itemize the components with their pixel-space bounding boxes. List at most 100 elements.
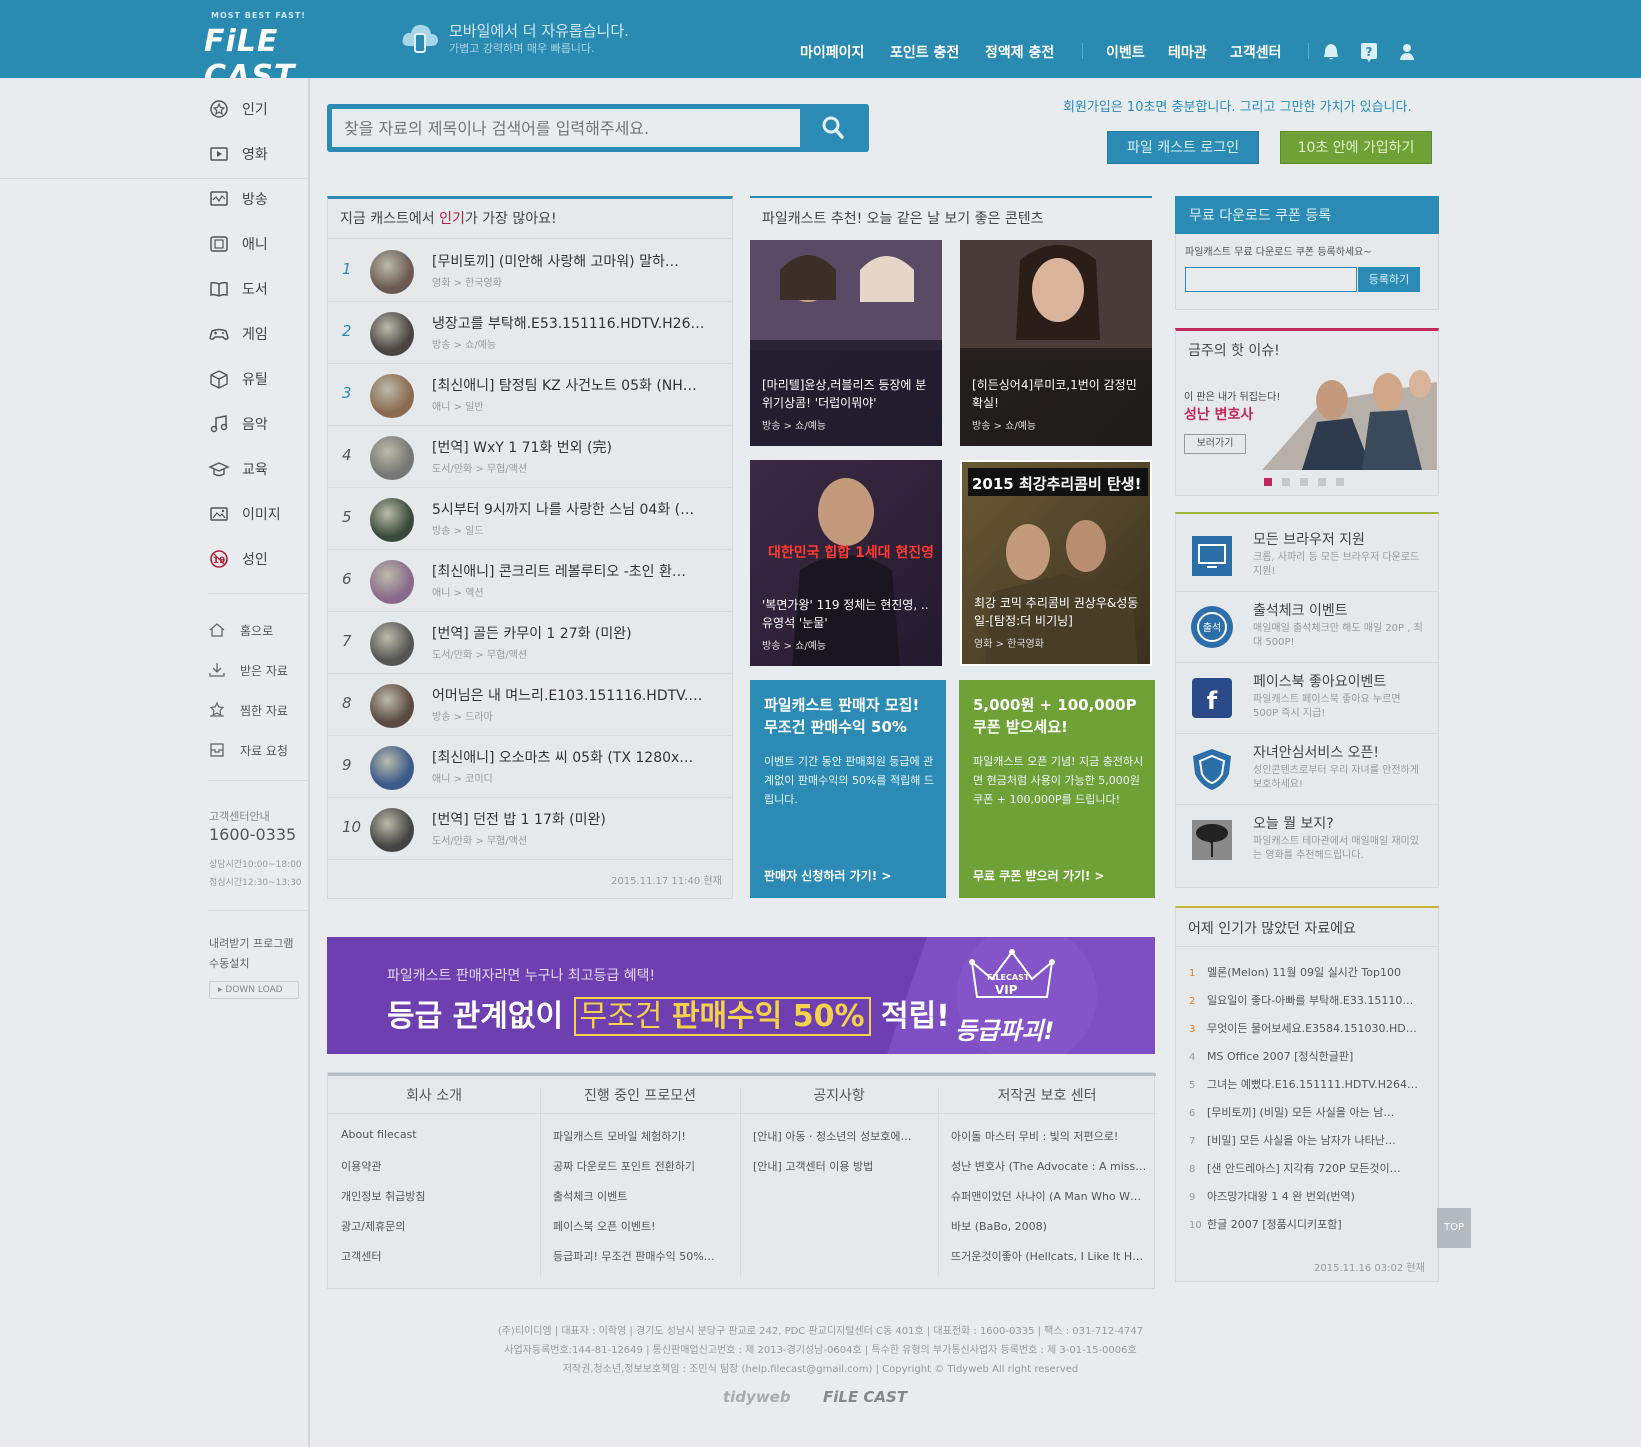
carousel-dot[interactable] [1300, 478, 1308, 486]
sidebar-link-received[interactable]: 받은 자료 [208, 659, 288, 681]
yesterday-item[interactable]: 2 일요일이 좋다-아빠를 부탁해.E33.15110… [1189, 992, 1419, 1008]
hot-issue-view-button[interactable]: 보러가기 [1184, 434, 1246, 454]
rank-title[interactable]: [최신애니] 오소마츠 씨 05화 (TX 1280x… [432, 747, 722, 767]
footer-link[interactable]: 광고/제휴문의 [341, 1218, 531, 1234]
carousel-dot-active[interactable] [1264, 478, 1272, 486]
footer-link[interactable]: 아이돌 마스터 무비 : 빛의 저편으로! [951, 1128, 1147, 1144]
yesterday-item[interactable]: 8 [샌 안드레아스] 지각有 720P 모든것이… [1189, 1160, 1419, 1176]
yesterday-item[interactable]: 3 무엇이든 물어보세요.E3584.151030.HDT… [1189, 1020, 1419, 1036]
popular-row[interactable]: 4 [번역] WxY 1 71화 번외 (完) 도서/만화 > 무협/액션 [328, 426, 732, 488]
service-item[interactable]: 출석 출석체크 이벤트 매일매일 출석체크만 해도 매일 20P , 최대 500P… [1189, 596, 1429, 656]
recommend-card-2[interactable]: [히든싱어4]루미코,1번이 감정민 확실! 방송 > 쇼/예능 [960, 240, 1152, 446]
sidebar-item-game[interactable]: 게임 [208, 322, 268, 346]
service-item[interactable]: f 페이스북 좋아요이벤트 파일캐스트 페이스북 좋아요 누르면 500P 즉시 지… [1189, 667, 1429, 727]
promo-seller[interactable]: 파일캐스트 판매자 모집! 무조건 판매수익 50% 이벤트 기간 동안 판매회원… [750, 680, 946, 898]
recommend-card-1[interactable]: [마리텔]윤상,러블리즈 등장에 분위기상콤! '더럽이뭐야' 방송 > 쇼/예… [750, 240, 942, 446]
footer-link[interactable]: 등급파괴! 무조건 판매수익 50%… [553, 1248, 731, 1264]
footer-link[interactable]: 바보 (BaBo, 2008) [951, 1218, 1147, 1234]
sidebar-link-favorites[interactable]: 찜한 자료 [208, 699, 288, 721]
recommend-card-4[interactable]: 2015 최강추리콤비 탄생! 최강 코믹 추리콤비 권상우&성동일-[탐정:더… [960, 460, 1152, 666]
nav-event[interactable]: 이벤트 [1106, 42, 1145, 62]
rank-title[interactable]: [번역] 골든 카무이 1 27화 (미완) [432, 623, 722, 643]
hot-issue-image[interactable] [1262, 362, 1437, 470]
promo-link[interactable]: 무료 쿠폰 받으러 가기! > [973, 867, 1105, 884]
sidebar-item-popular[interactable]: 인기 [208, 97, 268, 121]
download-button[interactable]: ▸ DOWN LOAD [209, 981, 299, 999]
filecast-logo[interactable]: FiLE CAST [204, 24, 370, 94]
seller-banner[interactable]: 파일캐스트 판매자라면 누구나 최고등급 혜택! 등급 관계없이 무조건 판매수… [327, 937, 1155, 1054]
login-button[interactable]: 파일 캐스트 로그인 [1107, 131, 1259, 164]
sidebar-link-request[interactable]: 자료 요청 [208, 739, 288, 761]
carousel-dot[interactable] [1318, 478, 1326, 486]
rank-title[interactable]: 5시부터 9시까지 나를 사랑한 스님 04화 (… [432, 499, 722, 519]
rank-title[interactable]: [무비토끼] (미안해 사랑해 고마워) 말하… [432, 251, 722, 271]
popular-row[interactable]: 9 [최신애니] 오소마츠 씨 05화 (TX 1280x… 애니 > 코미디 [328, 736, 732, 798]
service-item[interactable]: 자녀안심서비스 오픈! 성인콘텐츠로부터 우리 자녀를 안전하게 보호하세요! [1189, 738, 1429, 798]
rank-title[interactable]: [최신애니] 탐정팀 KZ 사건노트 05화 (NH… [432, 375, 722, 395]
rank-title[interactable]: 어머님은 내 며느리.E103.151116.HDTV.… [432, 685, 722, 705]
nav-theme[interactable]: 테마관 [1168, 42, 1207, 62]
sidebar-item-image[interactable]: 이미지 [208, 502, 281, 526]
search-icon[interactable] [805, 110, 865, 146]
popular-row[interactable]: 1 [무비토끼] (미안해 사랑해 고마워) 말하… 영화 > 한국영화 [328, 240, 732, 302]
yesterday-item[interactable]: 9 아즈망가대왕 1 4 완 번외(번역) [1189, 1188, 1419, 1204]
nav-flat-charge[interactable]: 정액제 충전 [985, 42, 1054, 62]
coupon-register-button[interactable]: 등록하기 [1358, 267, 1420, 292]
sidebar-item-book[interactable]: 도서 [208, 277, 268, 301]
yesterday-item[interactable]: 7 [비밀] 모든 사실을 아는 남자가 나타난… [1189, 1132, 1419, 1148]
popular-row[interactable]: 2 냉장고를 부탁해.E53.151116.HDTV.H26… 방송 > 쇼/예능 [328, 302, 732, 364]
footer-link[interactable]: 파일캐스트 모바일 체험하기! [553, 1128, 731, 1144]
nav-customer-center[interactable]: 고객센터 [1230, 42, 1282, 62]
popular-row[interactable]: 5 5시부터 9시까지 나를 사랑한 스님 04화 (… 방송 > 일드 [328, 488, 732, 550]
yesterday-item[interactable]: 4 MS Office 2007 [정식한글판] [1189, 1048, 1419, 1064]
rank-title[interactable]: 냉장고를 부탁해.E53.151116.HDTV.H26… [432, 313, 722, 333]
service-item[interactable]: 모든 브라우저 지원 크롬, 사파리 등 모든 브라우저 다운로드 지원! [1189, 525, 1429, 585]
nav-mypage[interactable]: 마이페이지 [800, 42, 864, 62]
recommend-card-3[interactable]: 대한민국 힙합 1세대 현진영 '복면가왕' 119 정체는 현진영, ..유영… [750, 460, 942, 666]
yesterday-item[interactable]: 6 [무비토끼] (비밀) 모든 사실을 아는 남… [1189, 1104, 1419, 1120]
user-icon[interactable] [1398, 42, 1418, 62]
service-item[interactable]: 오늘 뭘 보지? 파일캐스트 테마관에서 매일매일 재미있는 영화를 추천해드립니… [1189, 809, 1429, 869]
signup-button[interactable]: 10초 안에 가입하기 [1280, 131, 1432, 164]
popular-row[interactable]: 10 [번역] 던전 밥 1 17화 (미완) 도서/만화 > 무협/액션 [328, 798, 732, 860]
popular-row[interactable]: 8 어머님은 내 며느리.E103.151116.HDTV.… 방송 > 드라마 [328, 674, 732, 736]
popular-row[interactable]: 7 [번역] 골든 카무이 1 27화 (미완) 도서/만화 > 무협/액션 [328, 612, 732, 674]
help-icon[interactable]: ? [1359, 42, 1379, 62]
sidebar-item-movie[interactable]: 영화 [208, 142, 268, 166]
carousel-dot[interactable] [1336, 478, 1344, 486]
search-input[interactable] [332, 109, 800, 147]
bell-icon[interactable] [1321, 42, 1341, 62]
footer-link[interactable]: 공짜 다운로드 포인트 전환하기 [553, 1158, 731, 1174]
rank-title[interactable]: [번역] 던전 밥 1 17화 (미완) [432, 809, 722, 829]
rank-title[interactable]: [번역] WxY 1 71화 번외 (完) [432, 437, 722, 457]
yesterday-item[interactable]: 1 멜론(Melon) 11월 09일 실시간 Top100 [1189, 964, 1419, 980]
sidebar-item-util[interactable]: 유틸 [208, 367, 268, 391]
nav-point-charge[interactable]: 포인트 충전 [890, 42, 959, 62]
sidebar-item-anime[interactable]: 애니 [208, 232, 268, 256]
sidebar-link-home[interactable]: 홈으로 [208, 619, 273, 641]
sidebar-item-education[interactable]: 교육 [208, 457, 268, 481]
footer-link[interactable]: 페이스북 오픈 이벤트! [553, 1218, 731, 1234]
footer-link[interactable]: [안내] 고객센터 이용 방법 [753, 1158, 929, 1174]
footer-link[interactable]: 뜨거운것이좋아 (Hellcats, I Like It Hot… [951, 1248, 1147, 1264]
coupon-input[interactable] [1185, 267, 1357, 292]
popular-row[interactable]: 6 [최신애니] 콘크리트 레볼루티오 -초인 환… 애니 > 액션 [328, 550, 732, 612]
yesterday-item[interactable]: 5 그녀는 예뻤다.E16.151111.HDTV.H264.10… [1189, 1076, 1419, 1092]
footer-link[interactable]: 슈퍼맨이었던 사나이 (A Man Who W… [951, 1188, 1147, 1204]
promo-link[interactable]: 판매자 신청하러 가기! > [764, 867, 891, 884]
footer-link[interactable]: 성난 변호사 (The Advocate : A missi… [951, 1158, 1147, 1174]
rank-title[interactable]: [최신애니] 콘크리트 레볼루티오 -초인 환… [432, 561, 722, 581]
footer-link[interactable]: 고객센터 [341, 1248, 531, 1264]
sidebar-item-adult[interactable]: 19 성인 [208, 547, 268, 571]
sidebar-item-broadcast[interactable]: 방송 [208, 187, 268, 211]
scroll-top-button[interactable]: TOP [1437, 1208, 1471, 1248]
footer-link[interactable]: 이용약관 [341, 1158, 531, 1174]
footer-link[interactable]: 개인정보 취급방침 [341, 1188, 531, 1204]
carousel-dot[interactable] [1282, 478, 1290, 486]
promo-coupon[interactable]: 5,000원 + 100,000P 쿠폰 받으세요! 파일캐스트 오픈 기념! 지… [959, 680, 1155, 898]
footer-link[interactable]: About filecast [341, 1128, 531, 1141]
yesterday-item[interactable]: 10 한글 2007 [정품시디키포함] [1189, 1216, 1419, 1232]
sidebar-item-music[interactable]: 음악 [208, 412, 268, 436]
popular-row[interactable]: 3 [최신애니] 탐정팀 KZ 사건노트 05화 (NH… 애니 > 일반 [328, 364, 732, 426]
footer-link[interactable]: 출석체크 이벤트 [553, 1188, 731, 1204]
